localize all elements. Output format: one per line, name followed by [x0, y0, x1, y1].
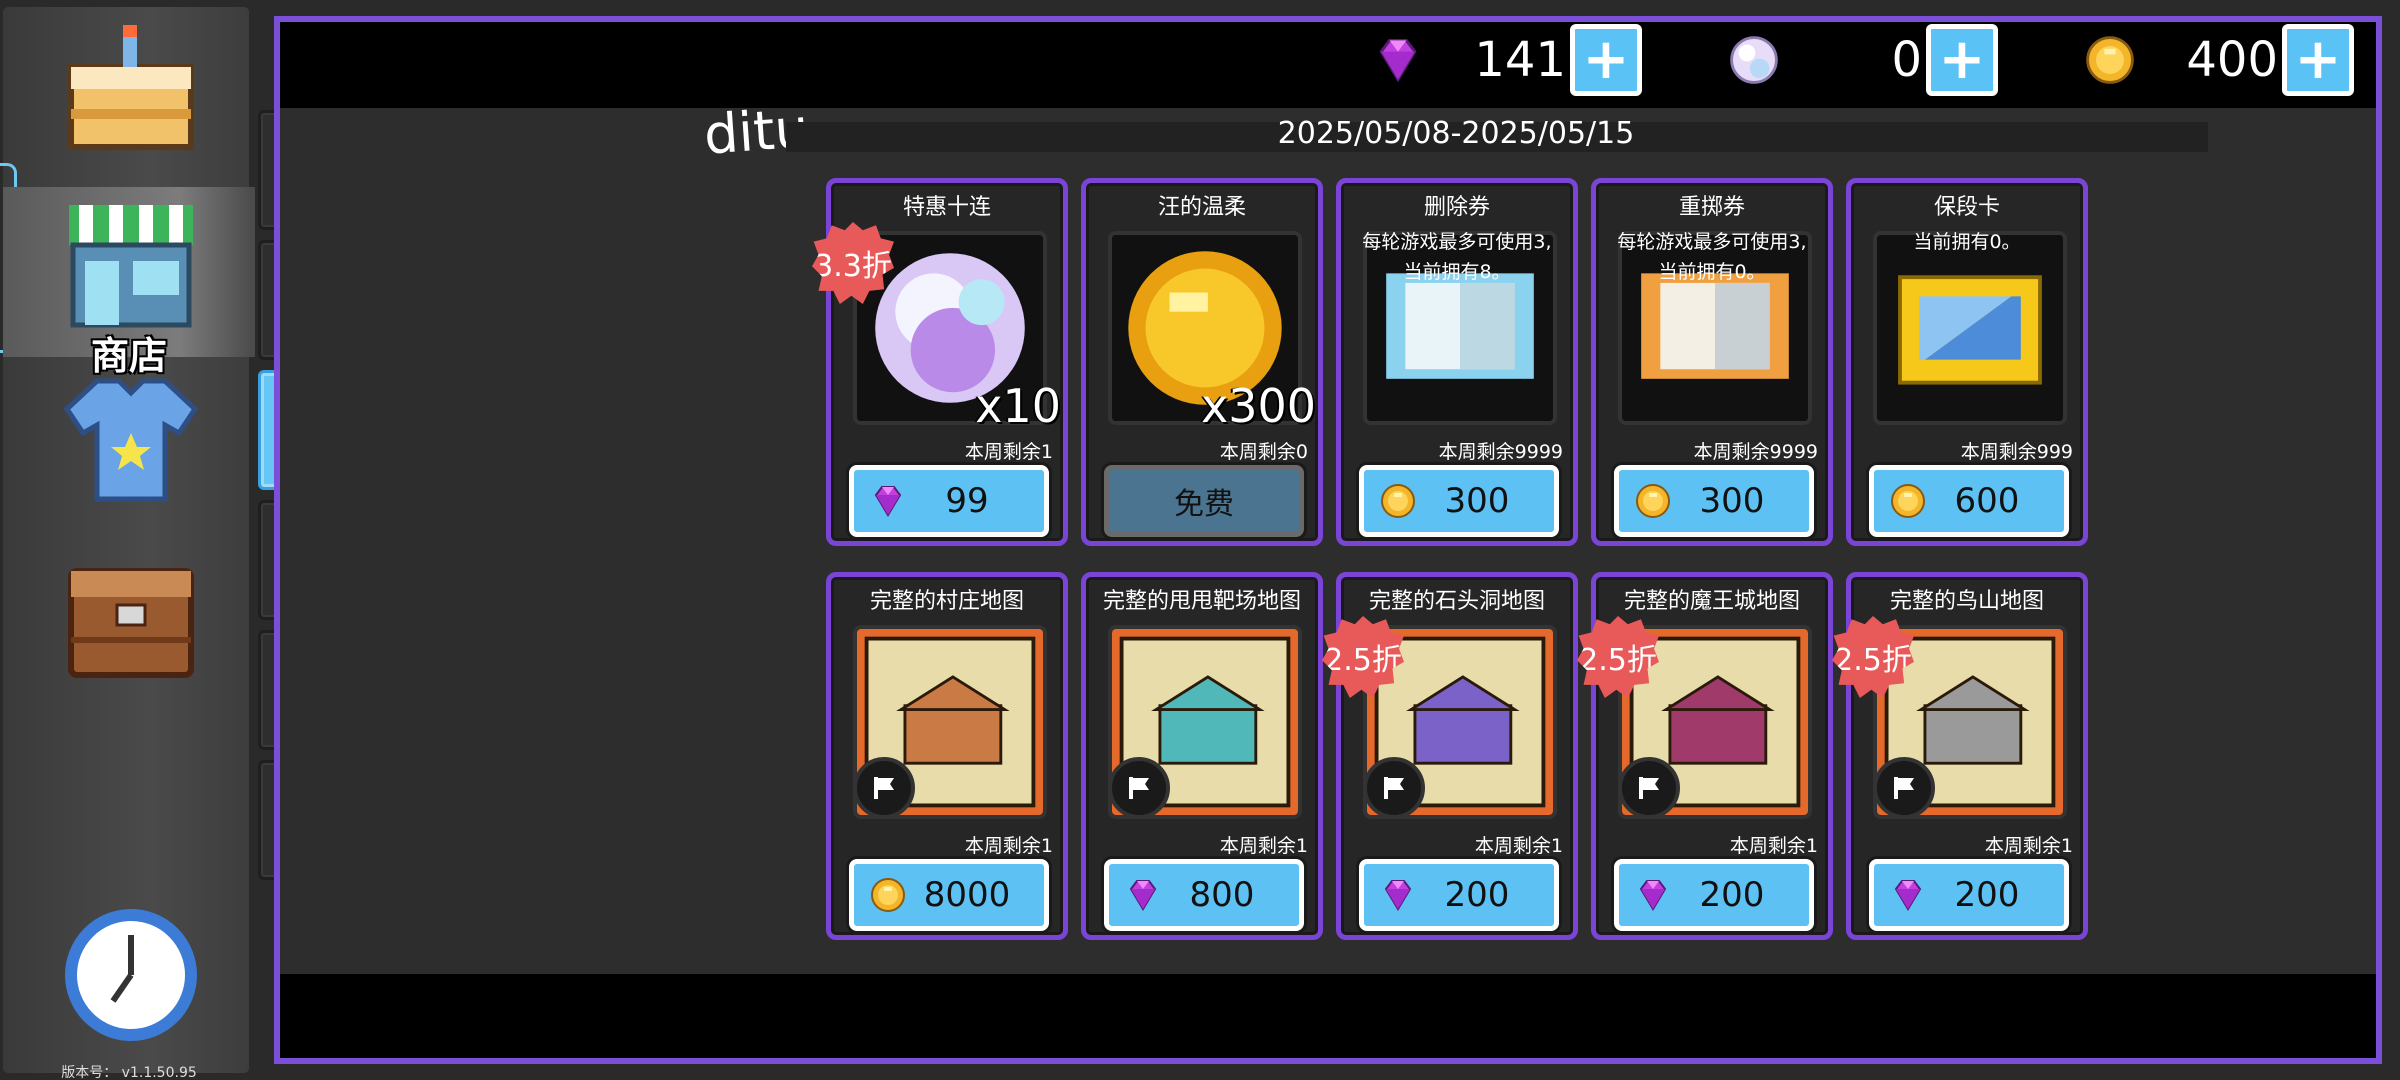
- price-value: 600: [1954, 481, 2020, 521]
- gem-icon: [874, 486, 902, 517]
- weekly-remaining: 本周剩余1: [1729, 835, 1818, 857]
- card-title: 完整的鸟山地图: [1889, 589, 2044, 614]
- price-value: 300: [1444, 481, 1510, 521]
- left-rail: 商店 版本号： v1.1.50.95: [0, 4, 255, 1080]
- buy-button[interactable]: 600: [1869, 465, 2069, 537]
- card-owned-count: 当前拥有8。: [1403, 261, 1511, 283]
- buy-button[interactable]: 99: [849, 465, 1049, 537]
- card-description: 每轮游戏最多可使用3,: [1362, 231, 1552, 253]
- card-title: 汪的温柔: [1157, 195, 1246, 220]
- weekly-remaining: 本周剩余1: [964, 835, 1053, 857]
- flag-icon: [1622, 757, 1680, 815]
- gold-coin-icon: [1891, 484, 1925, 518]
- buy-button[interactable]: 300: [1359, 465, 1559, 537]
- card-title: 完整的甩甩靶场地图: [1102, 589, 1301, 614]
- currency-value: 0: [1891, 32, 1922, 88]
- price-value: 8000: [923, 875, 1011, 915]
- weekly-remaining: 本周剩余1: [1219, 835, 1308, 857]
- price-value: 800: [1189, 875, 1255, 915]
- card-title: 删除券: [1423, 195, 1490, 220]
- gold-coin-icon: [1636, 484, 1670, 518]
- gem-icon: [1894, 880, 1922, 911]
- card-description: 每轮游戏最多可使用3,: [1617, 231, 1807, 253]
- add-currency-button[interactable]: +: [2282, 24, 2354, 96]
- gold-coin-icon: [1381, 484, 1415, 518]
- card-title: 完整的石头洞地图: [1368, 589, 1545, 614]
- shop-card[interactable]: 完整的村庄地图本周剩余1 8000: [826, 572, 1068, 940]
- price-value: 300: [1699, 481, 1765, 521]
- flag-icon: [1877, 757, 1935, 815]
- item-quantity: x10: [975, 379, 1061, 433]
- buy-button[interactable]: 200: [1614, 859, 1814, 931]
- date-range: 2025/05/08-2025/05/15: [1277, 116, 1635, 151]
- cake-icon[interactable]: [57, 17, 205, 165]
- shop-card[interactable]: 保段卡当前拥有0。本周剩余999 600: [1846, 178, 2088, 546]
- price-value: 200: [1699, 875, 1765, 915]
- buy-button[interactable]: 300: [1614, 465, 1814, 537]
- add-currency-button[interactable]: +: [1926, 24, 1998, 96]
- gold-coin-icon: [2086, 36, 2134, 84]
- flag-icon: [1367, 757, 1425, 815]
- shop-card[interactable]: 汪的温柔 x300 本周剩余0 免费: [1081, 178, 1323, 546]
- card-owned-count: 当前拥有0。: [1658, 261, 1766, 283]
- gem-icon: [1129, 880, 1157, 911]
- currency-crystal-orb: 0 +: [1726, 22, 1998, 98]
- weekly-remaining: 本周剩余999: [1960, 441, 2073, 463]
- card-art: [853, 625, 1047, 819]
- backpack-icon[interactable]: [57, 541, 205, 689]
- gem-icon: [1379, 39, 1417, 83]
- card-title: 完整的魔王城地图: [1623, 589, 1800, 614]
- currency-gold-coin: 400 +: [2082, 22, 2354, 98]
- shop-card[interactable]: 完整的甩甩靶场地图本周剩余1 800: [1081, 572, 1323, 940]
- card-description: 当前拥有0。: [1913, 231, 2021, 253]
- shop-icon[interactable]: [57, 197, 205, 345]
- shop-card[interactable]: 删除券每轮游戏最多可使用3, 当前拥有8。本周剩余9999 300: [1336, 178, 1578, 546]
- price-value: 免费: [1174, 487, 1234, 522]
- weekly-remaining: 本周剩余1: [964, 441, 1053, 463]
- card-title: 重掷券: [1678, 195, 1745, 220]
- buy-button[interactable]: 800: [1104, 859, 1304, 931]
- price-value: 200: [1444, 875, 1510, 915]
- buy-button[interactable]: 200: [1869, 859, 2069, 931]
- free-claim-button[interactable]: 免费: [1104, 465, 1304, 537]
- weekly-remaining: 本周剩余9999: [1693, 441, 1818, 463]
- shirt-icon[interactable]: [57, 367, 205, 515]
- currency-gem: 141 +: [1370, 22, 1642, 98]
- gold-coin-icon: [871, 878, 905, 912]
- currency-value: 141: [1474, 32, 1566, 88]
- card-title: 完整的村庄地图: [869, 589, 1024, 614]
- gem-icon: [1639, 880, 1667, 911]
- card-art: [1108, 625, 1302, 819]
- card-title: 特惠十连: [902, 195, 991, 220]
- currency-value: 400: [2186, 32, 2278, 88]
- price-value: 99: [945, 481, 989, 521]
- item-quantity: x300: [1200, 379, 1316, 433]
- clock-icon[interactable]: [57, 901, 205, 1049]
- rank-card-art: [1877, 235, 2063, 421]
- weekly-remaining: 本周剩余9999: [1438, 441, 1563, 463]
- weekly-remaining: 本周剩余0: [1219, 441, 1308, 463]
- buy-button[interactable]: 200: [1359, 859, 1559, 931]
- shop-card[interactable]: 重掷券每轮游戏最多可使用3, 当前拥有0。本周剩余9999 300: [1591, 178, 1833, 546]
- price-value: 200: [1954, 875, 2020, 915]
- card-title: 保段卡: [1933, 195, 2000, 220]
- flag-icon: [1112, 757, 1170, 815]
- gem-icon: [1384, 880, 1412, 911]
- weekly-remaining: 本周剩余1: [1474, 835, 1563, 857]
- crystal-orb-icon: [1730, 36, 1778, 84]
- buy-button[interactable]: 8000: [849, 859, 1049, 931]
- card-art: [1873, 231, 2067, 425]
- version-label: 版本号： v1.1.50.95: [61, 1065, 197, 1080]
- weekly-remaining: 本周剩余1: [1984, 835, 2073, 857]
- add-currency-button[interactable]: +: [1570, 24, 1642, 96]
- flag-icon: [857, 757, 915, 815]
- game-screen: 商店 版本号： v1.1.50.95 装备池皮肤池周商店钻石礼包皮肤礼包全新卡包…: [0, 0, 2400, 1080]
